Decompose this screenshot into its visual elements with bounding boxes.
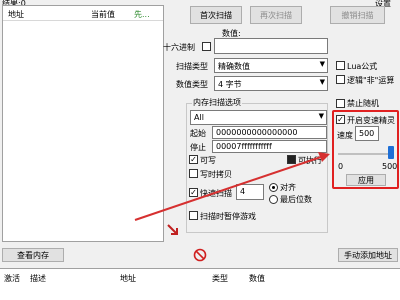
align-label: 对齐 — [280, 183, 296, 192]
scan-type-value: 精确数值 — [218, 62, 250, 71]
disable-random-checkbox[interactable] — [336, 99, 345, 108]
memory-region-value: All — [194, 113, 204, 122]
arrow-pointer-icon[interactable] — [165, 222, 181, 238]
chevron-down-icon: ▼ — [319, 60, 325, 68]
col-address-header[interactable]: 地址 — [120, 273, 136, 284]
start-label: 起始 — [190, 129, 206, 138]
align-radio[interactable] — [269, 183, 278, 192]
col-active-header[interactable]: 激活 — [4, 273, 20, 284]
start-address-input[interactable]: 0000000000000000 — [212, 126, 327, 139]
lua-label: Lua公式 — [347, 62, 378, 71]
value-type-dropdown[interactable]: 4 字节 ▼ — [214, 76, 328, 91]
address-list[interactable]: 激活 描述 地址 类型 数值 — [0, 268, 400, 300]
results-table-header: 地址 当前值 先... — [3, 6, 163, 21]
value-type-value: 4 字节 — [218, 80, 242, 89]
stop-address-input[interactable]: 00007fffffffffff — [212, 140, 327, 153]
next-scan-button[interactable]: 再次扫描 — [250, 6, 302, 24]
no-entry-icon[interactable] — [193, 248, 207, 262]
first-scan-button[interactable]: 首次扫描 — [190, 6, 242, 24]
col-value-header[interactable]: 数值 — [249, 273, 265, 284]
chevron-down-icon: ▼ — [318, 112, 324, 120]
fast-scan-label: 快速扫描 — [200, 189, 232, 198]
memory-options-title: 内存扫描选项 — [192, 97, 242, 108]
col-current-header[interactable]: 当前值 — [91, 9, 115, 20]
results-table[interactable]: 地址 当前值 先... — [2, 5, 164, 242]
last-digit-radio[interactable] — [269, 195, 278, 204]
executable-checkbox[interactable] — [287, 155, 296, 164]
disable-random-label: 禁止随机 — [347, 99, 379, 108]
scan-type-label: 扫描类型 — [176, 62, 208, 71]
hex-label: 十六进制 — [163, 43, 195, 52]
add-address-manually-button[interactable]: 手动添加地址 — [338, 248, 398, 262]
pause-game-label: 扫描时暂停游戏 — [200, 212, 256, 221]
lua-checkbox[interactable] — [336, 61, 345, 70]
writable-label: 可写 — [200, 156, 216, 165]
fast-scan-input[interactable]: 4 — [236, 184, 264, 200]
col-address-header[interactable]: 地址 — [8, 9, 24, 20]
fast-scan-checkbox[interactable]: ✓ — [189, 188, 198, 197]
hex-checkbox[interactable] — [202, 42, 211, 51]
memory-region-dropdown[interactable]: All ▼ — [190, 110, 327, 125]
last-digit-label: 最后位数 — [280, 195, 312, 204]
chevron-down-icon: ▼ — [319, 78, 325, 86]
not-logic-label: 逻辑"非"运算 — [347, 76, 395, 85]
col-type-header[interactable]: 类型 — [212, 273, 228, 284]
value-type-label: 数值类型 — [176, 80, 208, 89]
col-description-header[interactable]: 描述 — [30, 273, 46, 284]
copy-on-write-label: 写时拷贝 — [200, 170, 232, 179]
pause-game-checkbox[interactable] — [189, 211, 198, 220]
highlight-box — [332, 110, 399, 189]
view-memory-button[interactable]: 查看内存 — [2, 248, 64, 262]
scan-type-dropdown[interactable]: 精确数值 ▼ — [214, 58, 328, 73]
stop-label: 停止 — [190, 143, 206, 152]
executable-label: 可执行 — [298, 156, 322, 165]
undo-scan-button[interactable]: 撤销扫描 — [330, 6, 385, 24]
writable-checkbox[interactable]: ✓ — [189, 155, 198, 164]
value-input[interactable] — [214, 38, 328, 54]
col-previous-header[interactable]: 先... — [134, 9, 150, 20]
not-logic-checkbox[interactable] — [336, 75, 345, 84]
copy-on-write-checkbox[interactable] — [189, 169, 198, 178]
